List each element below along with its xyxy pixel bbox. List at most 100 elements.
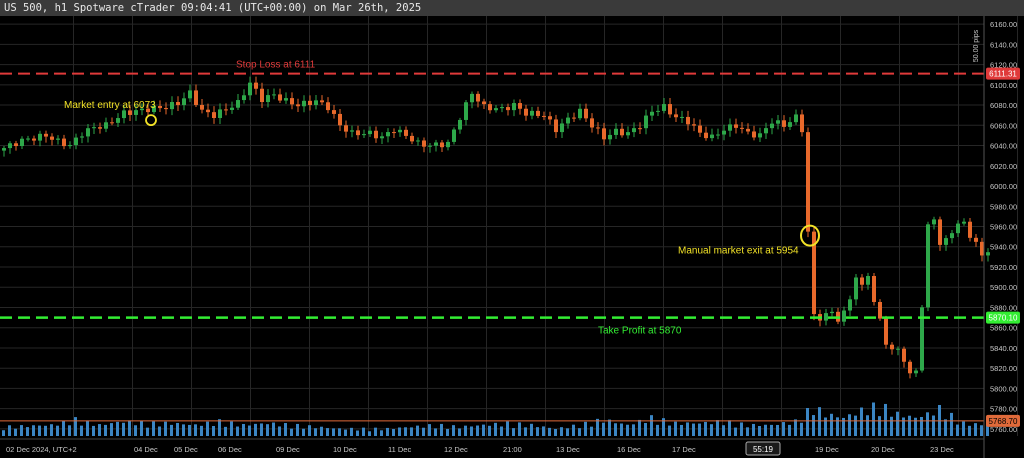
candle-body[interactable] bbox=[512, 103, 516, 111]
candle-body[interactable] bbox=[938, 219, 942, 245]
candle-body[interactable] bbox=[830, 311, 834, 314]
candle-body[interactable] bbox=[842, 310, 846, 322]
candle-body[interactable] bbox=[578, 108, 582, 119]
candle-body[interactable] bbox=[800, 114, 804, 133]
candle-body[interactable] bbox=[614, 128, 618, 135]
candle-body[interactable] bbox=[926, 224, 930, 308]
candle-body[interactable] bbox=[290, 98, 294, 105]
candle-body[interactable] bbox=[122, 110, 126, 119]
candle-body[interactable] bbox=[350, 130, 354, 132]
candle-body[interactable] bbox=[686, 116, 690, 125]
candle-body[interactable] bbox=[158, 105, 162, 109]
candle-body[interactable] bbox=[962, 221, 966, 224]
candle-body[interactable] bbox=[500, 107, 504, 109]
candle-body[interactable] bbox=[560, 123, 564, 133]
candle-body[interactable] bbox=[746, 128, 750, 132]
candle-body[interactable] bbox=[572, 117, 576, 119]
candle-body[interactable] bbox=[692, 124, 696, 126]
candle-body[interactable] bbox=[254, 82, 258, 89]
candle-body[interactable] bbox=[896, 348, 900, 350]
candle-body[interactable] bbox=[320, 100, 324, 103]
candle-body[interactable] bbox=[518, 103, 522, 109]
candle-body[interactable] bbox=[608, 134, 612, 140]
candle-body[interactable] bbox=[92, 127, 96, 129]
candle-body[interactable] bbox=[212, 112, 216, 118]
candle-body[interactable] bbox=[56, 138, 60, 140]
candle-body[interactable] bbox=[770, 123, 774, 129]
candle-body[interactable] bbox=[590, 118, 594, 128]
candle-body[interactable] bbox=[950, 233, 954, 239]
candle-body[interactable] bbox=[638, 128, 642, 130]
candle-body[interactable] bbox=[524, 108, 528, 116]
candle-body[interactable] bbox=[932, 219, 936, 225]
candle-body[interactable] bbox=[974, 237, 978, 242]
candle-body[interactable] bbox=[206, 109, 210, 113]
candle-body[interactable] bbox=[704, 132, 708, 139]
candle-body[interactable] bbox=[632, 128, 636, 133]
candle-body[interactable] bbox=[878, 301, 882, 319]
candle-body[interactable] bbox=[380, 136, 384, 139]
candle-body[interactable] bbox=[848, 299, 852, 311]
candle-body[interactable] bbox=[458, 119, 462, 130]
candle-body[interactable] bbox=[488, 104, 492, 111]
candle-body[interactable] bbox=[440, 142, 444, 148]
candle-body[interactable] bbox=[428, 145, 432, 147]
candle-body[interactable] bbox=[98, 127, 102, 129]
candle-body[interactable] bbox=[362, 134, 366, 136]
candle-body[interactable] bbox=[986, 252, 990, 256]
candle-body[interactable] bbox=[284, 98, 288, 101]
candle-body[interactable] bbox=[536, 110, 540, 116]
candle-body[interactable] bbox=[38, 133, 42, 141]
candle-body[interactable] bbox=[266, 95, 270, 103]
candle-body[interactable] bbox=[356, 130, 360, 136]
candle-body[interactable] bbox=[236, 100, 240, 108]
candle-body[interactable] bbox=[734, 124, 738, 128]
candle-body[interactable] bbox=[956, 223, 960, 234]
candle-body[interactable] bbox=[398, 129, 402, 133]
candle-body[interactable] bbox=[296, 104, 300, 107]
candle-body[interactable] bbox=[872, 276, 876, 302]
price-chart[interactable]: 6111.31 Stop Loss at 6111 5870.10 Take Prof… bbox=[0, 16, 1024, 458]
candle-body[interactable] bbox=[176, 102, 180, 106]
candle-body[interactable] bbox=[806, 132, 810, 232]
candle-body[interactable] bbox=[422, 140, 426, 147]
candle-body[interactable] bbox=[968, 221, 972, 238]
candle-body[interactable] bbox=[392, 132, 396, 134]
candle-body[interactable] bbox=[476, 93, 480, 102]
candle-body[interactable] bbox=[674, 114, 678, 118]
candle-body[interactable] bbox=[194, 90, 198, 105]
candle-body[interactable] bbox=[758, 133, 762, 138]
candle-body[interactable] bbox=[416, 140, 420, 142]
candle-body[interactable] bbox=[302, 100, 306, 107]
candle-body[interactable] bbox=[482, 101, 486, 105]
candle-body[interactable] bbox=[338, 113, 342, 126]
candle-body[interactable] bbox=[170, 102, 174, 110]
candle-body[interactable] bbox=[260, 88, 264, 103]
candle-body[interactable] bbox=[182, 98, 186, 106]
candle-body[interactable] bbox=[308, 100, 312, 106]
candle-body[interactable] bbox=[644, 115, 648, 129]
candle-body[interactable] bbox=[698, 125, 702, 133]
candle-body[interactable] bbox=[50, 136, 54, 140]
candle-body[interactable] bbox=[680, 116, 684, 118]
candle-body[interactable] bbox=[668, 104, 672, 115]
candle-body[interactable] bbox=[2, 148, 6, 151]
candle-body[interactable] bbox=[404, 129, 408, 136]
candle-body[interactable] bbox=[530, 110, 534, 116]
candle-body[interactable] bbox=[884, 318, 888, 345]
candle-body[interactable] bbox=[620, 128, 624, 136]
candle-body[interactable] bbox=[776, 120, 780, 124]
candle-body[interactable] bbox=[470, 93, 474, 103]
candle-body[interactable] bbox=[26, 138, 30, 140]
candle-body[interactable] bbox=[68, 145, 72, 147]
candle-body[interactable] bbox=[230, 107, 234, 110]
candle-body[interactable] bbox=[14, 143, 18, 147]
candle-body[interactable] bbox=[584, 108, 588, 119]
candle-body[interactable] bbox=[218, 109, 222, 118]
candle-body[interactable] bbox=[272, 94, 276, 96]
candle-body[interactable] bbox=[326, 102, 330, 111]
candle-body[interactable] bbox=[548, 116, 552, 120]
candle-body[interactable] bbox=[980, 241, 984, 256]
candle-body[interactable] bbox=[716, 134, 720, 136]
candle-body[interactable] bbox=[44, 133, 48, 137]
